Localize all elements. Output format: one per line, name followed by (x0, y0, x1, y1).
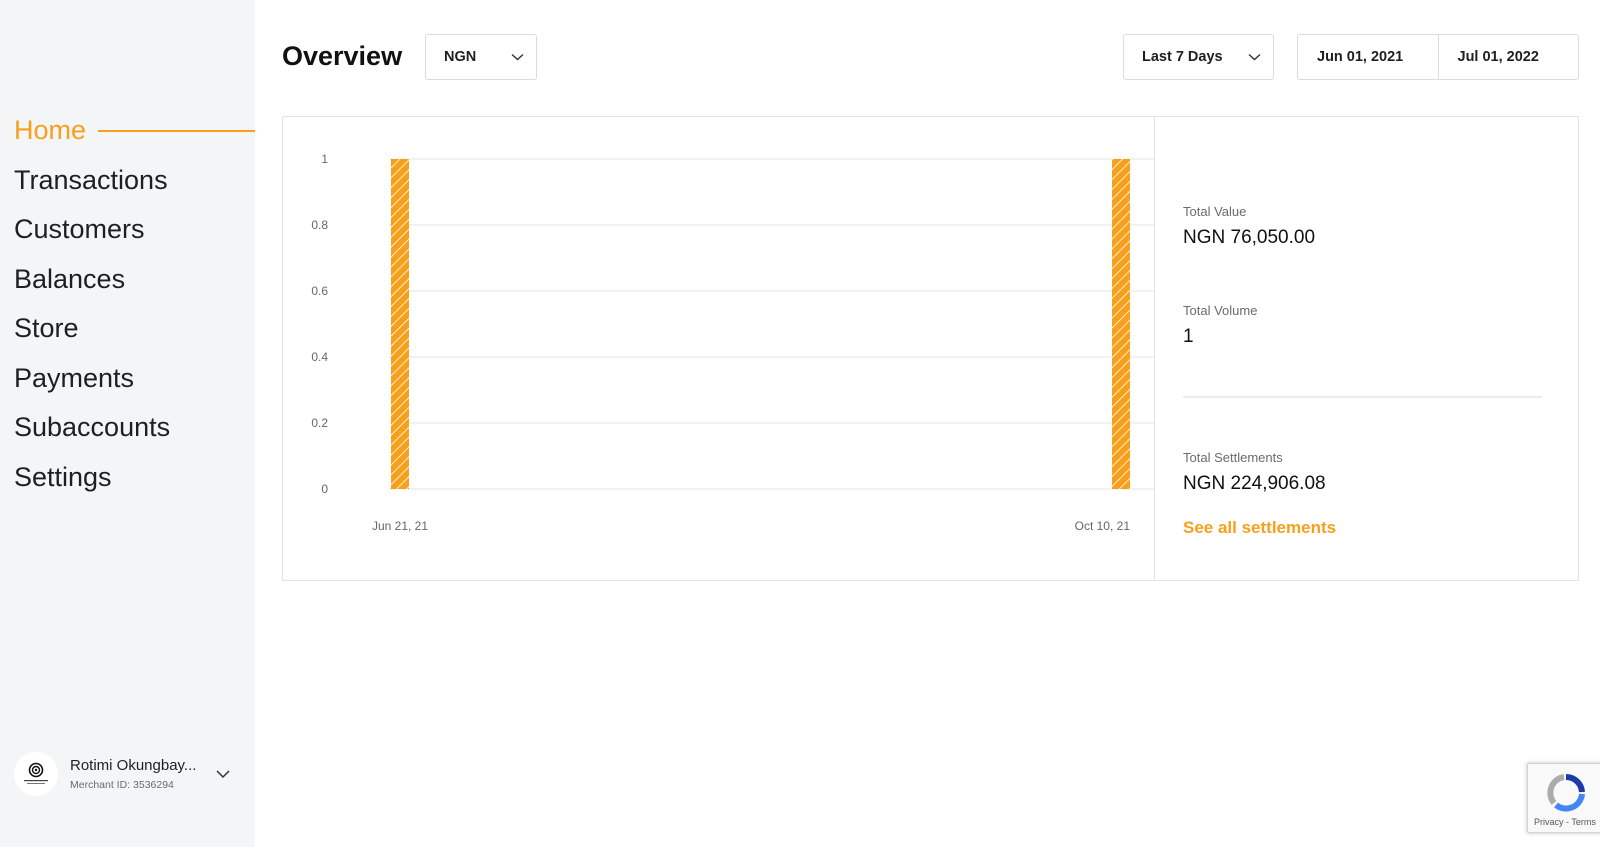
chevron-down-icon (1248, 53, 1261, 61)
sidebar-item-subaccounts[interactable]: Subaccounts (14, 403, 255, 453)
total-volume: 1 (1183, 326, 1194, 347)
sidebar-item-label: Subaccounts (14, 412, 171, 443)
y-tick-label: 0.4 (311, 350, 328, 364)
account-name: Rotimi Okungbay... (70, 757, 197, 774)
total-settlements-label: Total Settlements (1183, 450, 1283, 465)
total-settlements: NGN 224,906.08 (1183, 473, 1326, 494)
sidebar-item-label: Customers (14, 214, 145, 245)
stats-divider (1183, 396, 1542, 398)
sidebar-item-label: Transactions (14, 164, 168, 195)
sidebar-item-store[interactable]: Store (14, 304, 255, 354)
total-value: NGN 76,050.00 (1183, 227, 1316, 248)
sidebar-item-payments[interactable]: Payments (14, 354, 255, 404)
account-switcher[interactable]: Rotimi Okungbay... Merchant ID: 3536294 (14, 752, 240, 796)
transactions-chart: 0 0.2 0.4 0.6 0.8 1 Jun 21, 21 Oct 10, 21 (311, 152, 1154, 533)
sidebar-item-label: Settings (14, 461, 112, 492)
currency-value: NGN (444, 49, 477, 65)
see-all-settlements-link[interactable]: See all settlements (1183, 518, 1336, 538)
x-tick-label: Oct 10, 21 (1075, 519, 1131, 533)
active-indicator (98, 129, 255, 132)
sidebar-item-settings[interactable]: Settings (14, 453, 255, 503)
chevron-down-icon (511, 53, 524, 61)
total-volume-label: Total Volume (1183, 303, 1258, 318)
sidebar-item-transactions[interactable]: Transactions (14, 156, 255, 206)
date-range-picker: Jun 01, 2021 Jul 01, 2022 (1297, 34, 1579, 80)
sidebar-item-home[interactable]: Home (14, 106, 255, 156)
y-tick-label: 0 (321, 482, 328, 496)
y-tick-label: 0.8 (311, 218, 328, 232)
chart-bar[interactable] (391, 159, 409, 489)
sidebar-item-balances[interactable]: Balances (14, 255, 255, 305)
period-value: Last 7 Days (1142, 49, 1223, 65)
sidebar: Home Transactions Customers Balances Sto… (0, 0, 255, 847)
sidebar-item-customers[interactable]: Customers (14, 205, 255, 255)
sidebar-item-label: Balances (14, 263, 126, 294)
total-value-label: Total Value (1183, 204, 1247, 219)
recaptcha-links[interactable]: Privacy - Terms (1534, 817, 1596, 827)
page-title: Overview (282, 41, 403, 71)
chevron-down-icon[interactable] (216, 769, 230, 779)
brand-logo-icon (24, 762, 48, 784)
y-tick-label: 1 (321, 152, 328, 166)
avatar (14, 752, 58, 796)
sidebar-nav: Home Transactions Customers Balances Sto… (14, 106, 255, 502)
currency-select[interactable]: NGN (425, 34, 537, 80)
x-tick-label: Jun 21, 21 (372, 519, 428, 533)
sidebar-item-label: Store (14, 313, 79, 344)
y-tick-label: 0.2 (311, 416, 328, 430)
sidebar-item-label: Payments (14, 362, 135, 393)
period-select[interactable]: Last 7 Days (1123, 34, 1274, 80)
recaptcha-icon (1547, 773, 1585, 812)
overview-panel: 0 0.2 0.4 0.6 0.8 1 Jun 21, 21 Oct 10, 21 Tota… (282, 116, 1579, 581)
merchant-id: Merchant ID: 3536294 (70, 779, 174, 791)
chart-bar[interactable] (1112, 159, 1130, 489)
date-from-field[interactable]: Jun 01, 2021 (1298, 35, 1438, 79)
panel-divider (1154, 117, 1155, 580)
y-tick-label: 0.6 (311, 284, 328, 298)
sidebar-item-label: Home (14, 115, 87, 146)
recaptcha-badge[interactable]: Privacy - Terms (1527, 763, 1600, 833)
date-to-field[interactable]: Jul 01, 2022 (1437, 35, 1579, 79)
